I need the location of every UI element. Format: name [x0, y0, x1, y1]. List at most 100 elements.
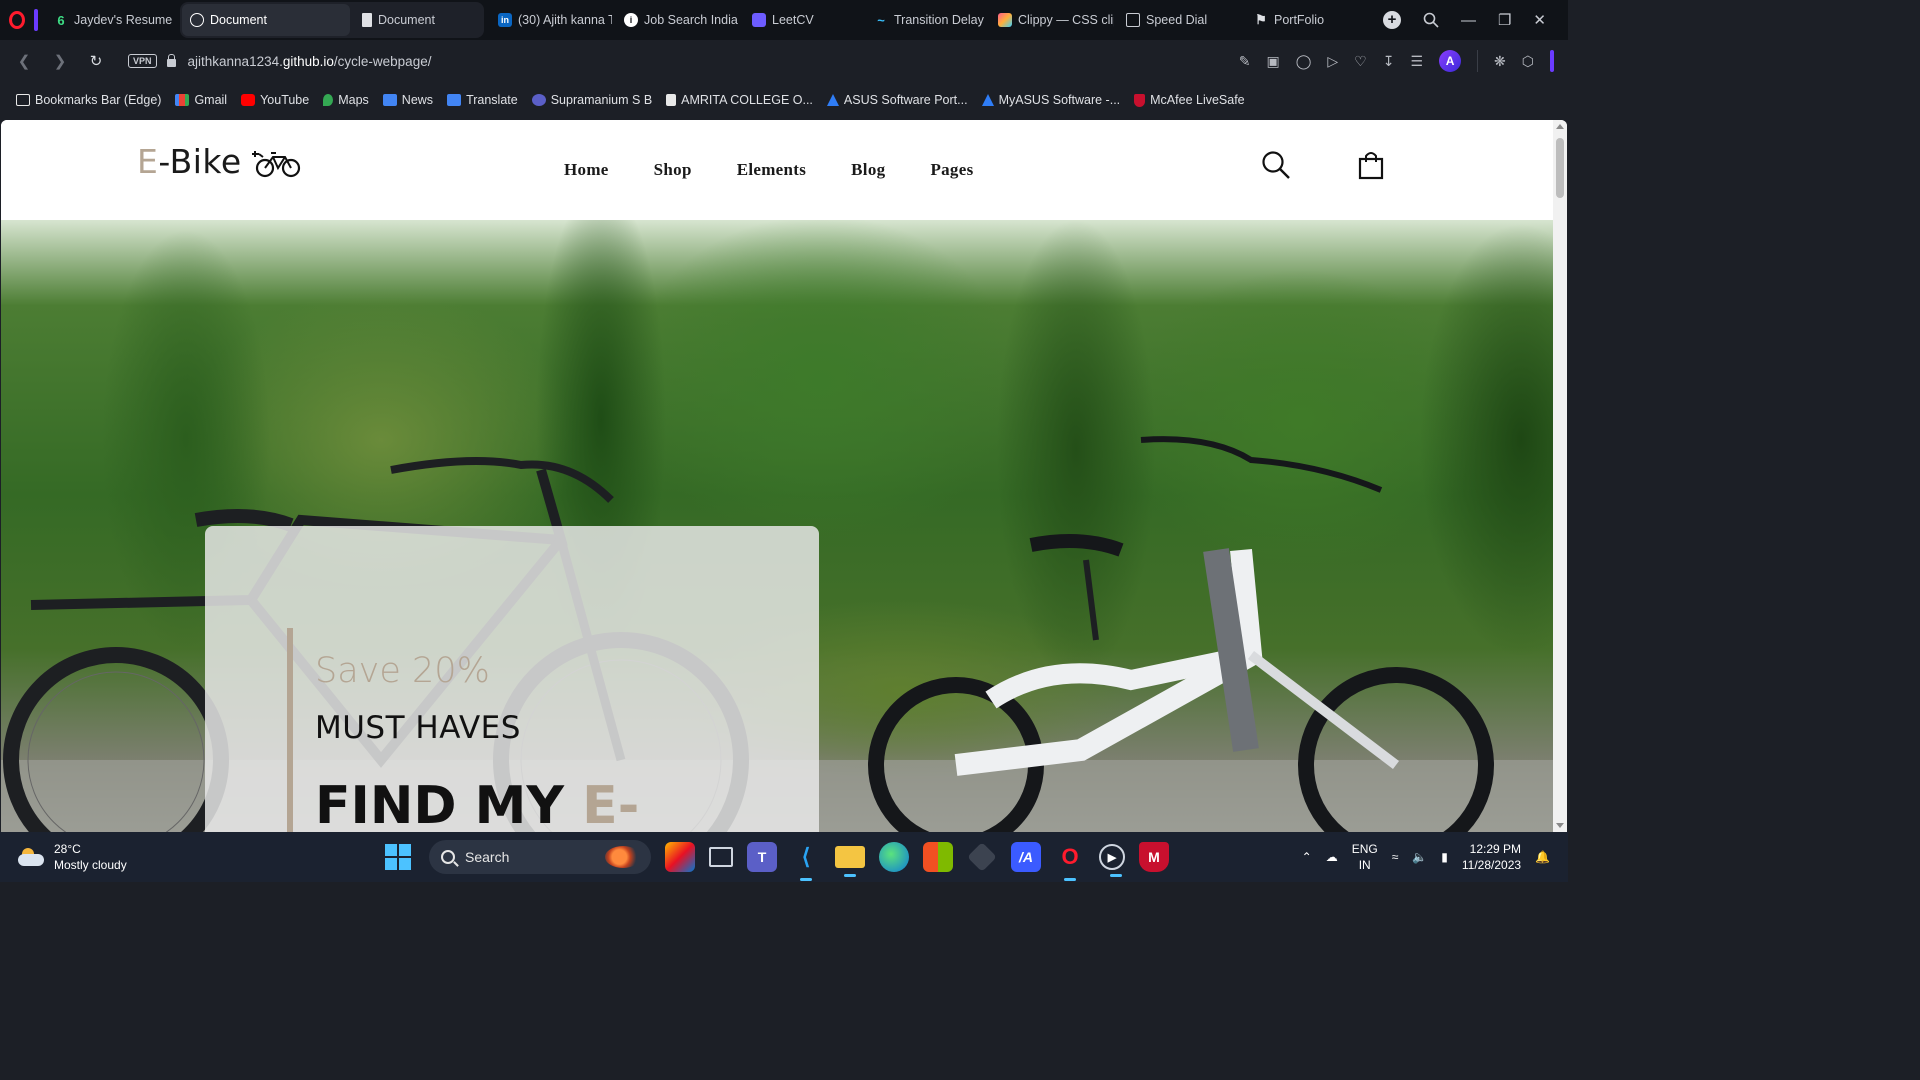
translate-icon — [447, 94, 462, 106]
nav-pages[interactable]: Pages — [930, 160, 973, 180]
mcafee-icon[interactable]: M — [1139, 842, 1169, 872]
bookmark-translate[interactable]: Translate — [447, 93, 518, 107]
bookmark-news[interactable]: News — [382, 93, 434, 107]
clock[interactable]: 12:29 PM 11/28/2023 — [1462, 841, 1521, 873]
chevron-up-icon[interactable]: ⌃ — [1302, 850, 1312, 864]
lock-icon[interactable] — [166, 54, 176, 67]
nav-home[interactable]: Home — [564, 160, 609, 180]
opera-menu-icon[interactable] — [0, 0, 34, 40]
new-tab-button[interactable]: + — [1382, 11, 1401, 29]
page-scrollbar[interactable] — [1553, 120, 1567, 832]
volume-icon[interactable]: 🔈 — [1412, 850, 1427, 864]
vscode-icon[interactable]: ⟨ — [791, 842, 821, 881]
minimize-button[interactable]: — — [1461, 12, 1476, 29]
dev-tool-icon[interactable] — [967, 842, 997, 872]
back-button[interactable]: ❮ — [12, 52, 36, 70]
tab-label: Jaydev's Resume — [74, 13, 173, 27]
vpn-badge[interactable]: VPN — [128, 54, 157, 68]
tab-label: Clippy — CSS clip — [1018, 13, 1114, 27]
bookmark-asus-portal[interactable]: ASUS Software Port... — [826, 93, 968, 107]
sidebar-indicator — [34, 9, 38, 31]
restore-button[interactable]: ❐ — [1498, 11, 1511, 29]
bookmark-label: AMRITA COLLEGE O... — [681, 93, 813, 107]
bookmark-label: YouTube — [260, 93, 310, 107]
bookmark-edge-folder[interactable]: Bookmarks Bar (Edge) — [16, 93, 161, 107]
onedrive-icon[interactable]: ☁ — [1326, 850, 1338, 864]
bookmark-gmail[interactable]: Gmail — [175, 93, 227, 107]
battery-icon[interactable]: ▮ — [1441, 850, 1448, 864]
bookmark-youtube[interactable]: YouTube — [241, 93, 309, 107]
windows-start-icon[interactable] — [385, 844, 411, 870]
tab-transition-delay[interactable]: ~ Transition Delay - — [866, 4, 986, 36]
tab-search-icon[interactable] — [1423, 12, 1439, 28]
page-icon — [666, 94, 677, 106]
media-player-icon[interactable]: ▶ — [1099, 844, 1125, 877]
editor-icon[interactable]: /A — [1011, 842, 1041, 872]
reload-button[interactable]: ↻ — [84, 52, 108, 70]
tab-clippy[interactable]: Clippy — CSS clip — [990, 4, 1114, 36]
teams-icon[interactable]: T — [747, 842, 777, 872]
bookmark-label: News — [401, 93, 434, 107]
taskbar-search[interactable]: Search — [429, 840, 651, 874]
bookmark-maps[interactable]: Maps — [323, 93, 369, 107]
nav-shop[interactable]: Shop — [654, 160, 692, 180]
store-icon[interactable] — [923, 842, 953, 872]
bookmark-mcafee[interactable]: McAfee LiveSafe — [1134, 93, 1245, 107]
bookmark-supramanium[interactable]: Supramanium S B — [531, 93, 652, 107]
bookmark-amrita[interactable]: AMRITA COLLEGE O... — [666, 93, 813, 107]
scroll-thumb[interactable] — [1556, 138, 1564, 198]
close-button[interactable]: ✕ — [1533, 11, 1546, 29]
extensions-icon[interactable]: ⬡ — [1522, 53, 1534, 70]
document-icon — [362, 13, 372, 27]
download-icon[interactable]: ↧ — [1383, 53, 1395, 70]
tab-linkedin[interactable]: in (30) Ajith kanna T — [490, 4, 612, 36]
site-logo[interactable]: E-Bike — [137, 142, 242, 181]
tab-document-active[interactable]: Document — [182, 4, 350, 36]
aria-ai-icon[interactable]: A — [1439, 50, 1462, 72]
news-icon — [382, 94, 397, 106]
search-icon[interactable] — [1261, 150, 1291, 180]
scroll-down-icon[interactable] — [1556, 823, 1564, 828]
promo-tagline: MUST HAVES — [315, 710, 521, 746]
shield-icon[interactable]: ◯ — [1296, 53, 1312, 70]
file-explorer-icon[interactable] — [835, 846, 865, 877]
tab-job-search[interactable]: i Job Search India | — [616, 4, 740, 36]
nav-elements[interactable]: Elements — [737, 160, 806, 180]
opera-icon[interactable]: O — [1055, 842, 1085, 881]
clippy-icon — [998, 13, 1012, 27]
globe-icon — [190, 13, 204, 27]
play-icon[interactable]: ▷ — [1327, 53, 1338, 70]
camera-icon[interactable]: ▣ — [1266, 53, 1279, 70]
bookmark-myasus[interactable]: MyASUS Software -... — [981, 93, 1120, 107]
clock-date: 11/28/2023 — [1461, 858, 1522, 872]
heart-icon[interactable]: ♡ — [1354, 53, 1367, 70]
url-field[interactable]: ajithkanna1234.github.io/cycle-webpage/ — [188, 54, 432, 69]
settings-icon[interactable]: ❋ — [1494, 53, 1506, 70]
tab-jaydev-resume[interactable]: 6 Jaydev's Resume — [46, 4, 176, 36]
mcafee-icon — [1134, 93, 1146, 107]
task-view-icon[interactable] — [709, 847, 733, 867]
shopping-bag-icon[interactable] — [1358, 150, 1384, 180]
tab-portfolio[interactable]: ⚑ PortFolio — [1246, 4, 1370, 36]
promo-headline-accent: E- — [582, 776, 640, 832]
bookmark-label: McAfee LiveSafe — [1150, 93, 1245, 107]
language-indicator[interactable]: ENG IN — [1352, 841, 1378, 873]
forward-button[interactable]: ❯ — [48, 52, 72, 70]
edit-icon[interactable]: ✎ — [1239, 53, 1251, 70]
address-tools: ✎ ▣ ◯ ▷ ♡ ↧ ☰ A ❋ ⬡ — [1239, 50, 1568, 72]
weather-widget[interactable]: 28°C Mostly cloudy — [18, 841, 127, 873]
tab-label: LeetCV — [772, 13, 814, 27]
wifi-icon[interactable]: ≈ — [1392, 850, 1399, 864]
bookmarks-bar: Bookmarks Bar (Edge) Gmail YouTube Maps … — [0, 82, 1568, 118]
tab-document[interactable]: Document — [354, 4, 478, 36]
youtube-icon — [241, 94, 256, 106]
scroll-up-icon[interactable] — [1556, 124, 1564, 129]
system-tray: ⌃ ☁ ENG IN ≈ 🔈 ▮ 12:29 PM 11/28/2023 🔔 — [1302, 832, 1550, 882]
easy-setup-icon[interactable]: ☰ — [1410, 53, 1423, 70]
edge-icon[interactable] — [879, 842, 909, 872]
tab-speed-dial[interactable]: Speed Dial — [1118, 4, 1242, 36]
tab-leetcv[interactable]: LeetCV — [744, 4, 862, 36]
nav-blog[interactable]: Blog — [851, 160, 885, 180]
notification-bell-icon[interactable]: 🔔 — [1535, 850, 1550, 864]
copilot-icon[interactable] — [665, 842, 695, 872]
